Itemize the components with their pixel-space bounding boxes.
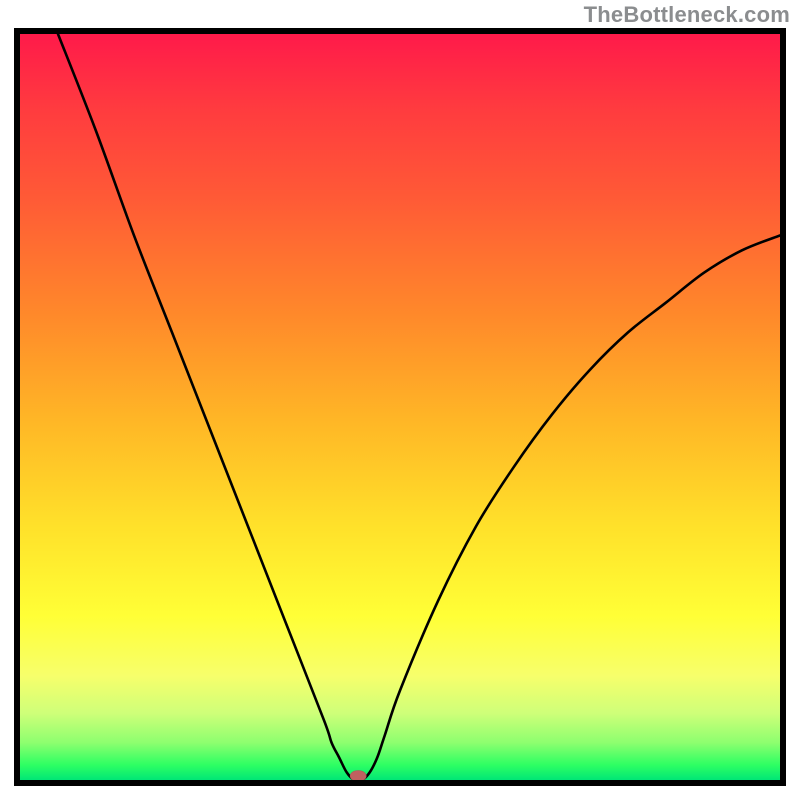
bottleneck-curve [58,34,780,780]
optimum-marker [350,771,366,781]
plot-area [14,28,786,786]
curve-layer [20,34,780,780]
watermark-text: TheBottleneck.com [584,2,790,28]
chart-stage: TheBottleneck.com [0,0,800,800]
